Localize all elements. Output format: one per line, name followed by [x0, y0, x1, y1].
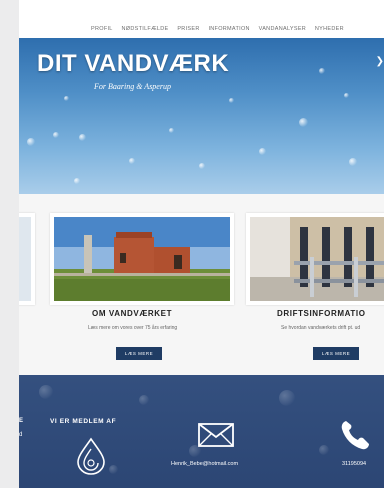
hero-subtitle: For Baaring & Asperup: [94, 82, 171, 91]
card-text-om-vandvaerket: Læs mere om vores over 75 års erfaring: [88, 325, 178, 331]
nav-item-vandanalyser[interactable]: VANDANALYSER: [259, 26, 306, 32]
card-image-partial: [19, 213, 35, 305]
footer-text-fragment: E: [19, 418, 24, 424]
feature-cards: OM VANDVÆRKET Læs mere om vores over 75 …: [19, 205, 384, 375]
envelope-icon[interactable]: [198, 423, 234, 447]
read-more-button[interactable]: LÆS MERE: [313, 347, 359, 360]
nav-item-information[interactable]: INFORMATION: [208, 26, 249, 32]
card-text-driftsinformation: Se hvordan vandværkets drift pt. ud: [281, 325, 361, 331]
water-drop-decoration: [229, 98, 234, 103]
water-drop-decoration: [259, 148, 266, 155]
card-image-drift[interactable]: [246, 213, 384, 305]
nav-item-priser[interactable]: PRISER: [177, 26, 199, 32]
water-drop-decoration: [139, 395, 149, 405]
water-drop-decoration: [349, 158, 357, 166]
water-drop-decoration: [279, 390, 295, 406]
water-drop-decoration: [199, 163, 205, 169]
water-drop-decoration: [319, 68, 325, 74]
water-drop-logo-icon[interactable]: [74, 437, 108, 475]
phone-icon[interactable]: [340, 419, 370, 451]
nav-item-nodstilfaelde[interactable]: NØDSTILFÆLDE: [122, 26, 169, 32]
card-title-driftsinformation: DRIFTSINFORMATIO: [277, 309, 366, 318]
waterworks-building-image: [54, 217, 230, 301]
footer-email[interactable]: Henrik_Bebe@hotmail.com: [171, 461, 238, 467]
water-drop-decoration: [64, 96, 69, 101]
water-drop-decoration: [39, 385, 53, 399]
water-drop-decoration: [109, 465, 118, 474]
pumps-image: [250, 217, 384, 301]
water-drop-decoration: [27, 138, 35, 146]
footer-text-fragment: d: [19, 432, 23, 438]
water-drop-decoration: [53, 132, 59, 138]
card-image-waterworks[interactable]: [50, 213, 234, 305]
footer-phone[interactable]: 31195094: [342, 461, 366, 467]
water-drop-decoration: [79, 134, 86, 141]
water-drop-decoration: [344, 93, 349, 98]
nav-menu: PROFIL NØDSTILFÆLDE PRISER INFORMATION V…: [91, 26, 351, 32]
water-drop-decoration: [74, 178, 80, 184]
member-heading: VI ER MEDLEM AF: [50, 418, 117, 425]
card-title-om-vandvaerket: OM VANDVÆRKET: [92, 309, 173, 318]
read-more-button[interactable]: LÆS MERE: [116, 347, 162, 360]
water-drop-decoration: [129, 158, 135, 164]
water-drop-decoration: [169, 128, 174, 133]
hero-title: DIT VANDVÆRK: [37, 50, 230, 77]
water-drop-decoration: [299, 118, 308, 127]
page: PROFIL NØDSTILFÆLDE PRISER INFORMATION V…: [19, 0, 384, 488]
water-drop-decoration: [319, 445, 329, 455]
slider-next-icon[interactable]: ❯: [376, 56, 384, 67]
nav-item-nyheder[interactable]: NYHEDER: [315, 26, 344, 32]
footer: E d VI ER MEDLEM AF Henrik_Bebe@hotmail.…: [19, 375, 384, 488]
hero-banner: DIT VANDVÆRK For Baaring & Asperup ❯: [19, 38, 384, 194]
nav-item-profil[interactable]: PROFIL: [91, 26, 113, 32]
